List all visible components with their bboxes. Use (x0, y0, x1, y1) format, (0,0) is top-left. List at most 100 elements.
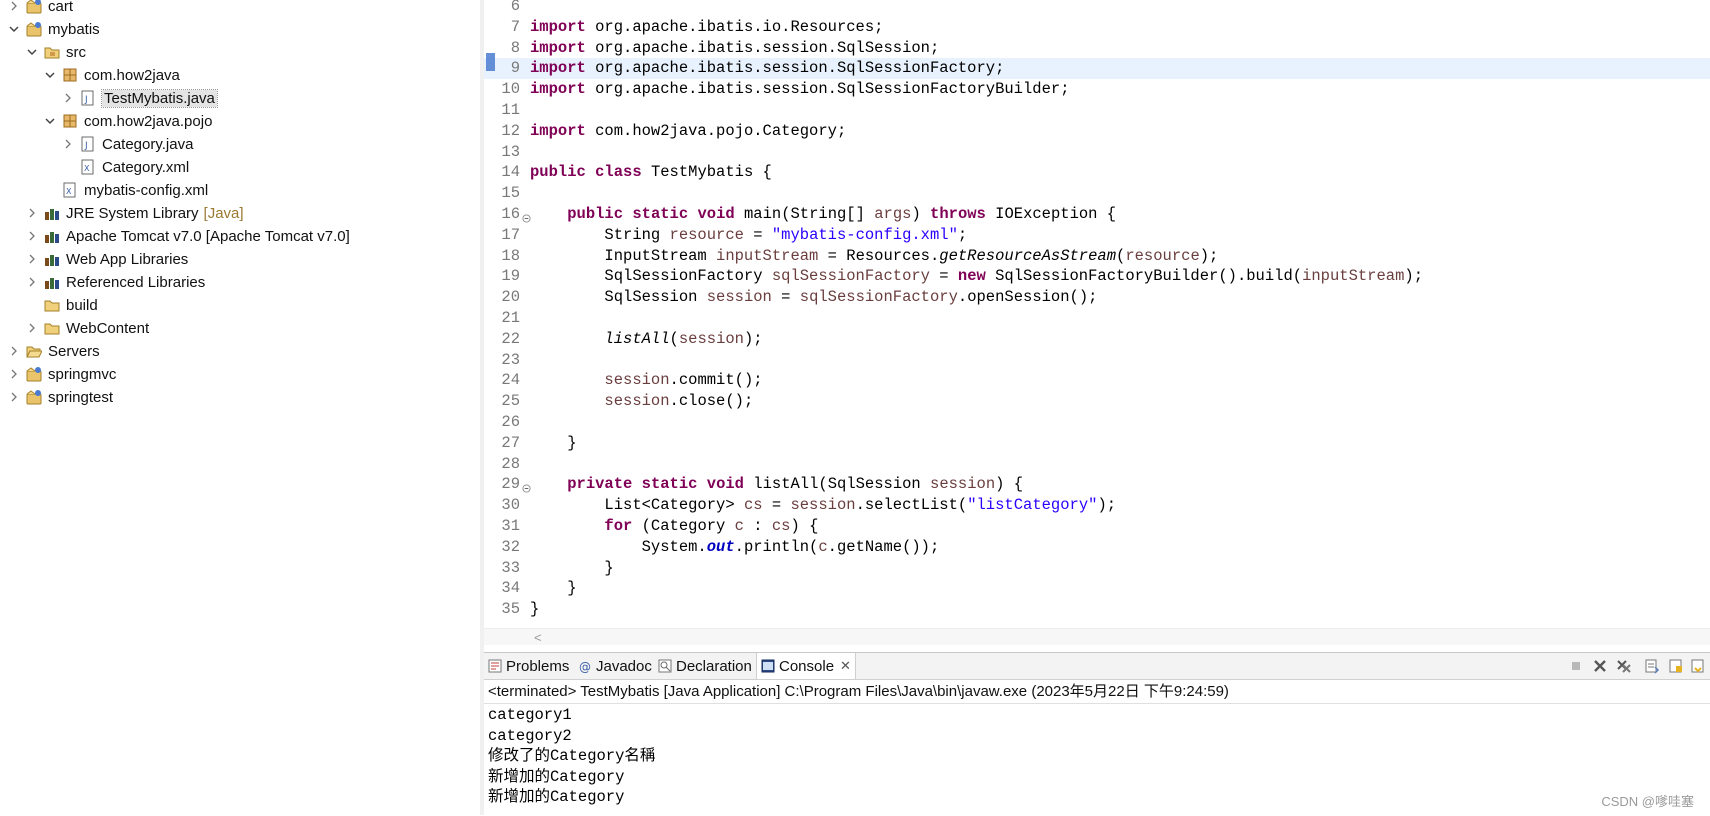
terminate-icon[interactable] (1568, 658, 1584, 674)
code-line[interactable]: 24 session.commit(); (484, 370, 1710, 391)
chevron-down-icon[interactable] (44, 69, 56, 81)
chevron-down-icon[interactable] (26, 46, 38, 58)
code-line[interactable]: 12 import com.how2java.pojo.Category; (484, 121, 1710, 142)
code-line[interactable]: 10 import org.apache.ibatis.session.SqlSe… (484, 79, 1710, 100)
tree-item[interactable]: Web App Libraries (26, 248, 188, 270)
chevron-right-icon[interactable] (26, 253, 38, 265)
tree-item[interactable]: Xmybatis-config.xml (44, 179, 208, 201)
code-line[interactable]: 28 (484, 454, 1710, 475)
tree-item[interactable]: X Category.xml (62, 156, 189, 178)
pin-console-icon[interactable] (1668, 658, 1684, 674)
chevron-right-icon[interactable] (26, 207, 38, 219)
code-line[interactable]: 25 session.close(); (484, 391, 1710, 412)
code-line[interactable]: 31 for (Category c : cs) { (484, 516, 1710, 537)
code-line[interactable]: 20 SqlSession session = sqlSessionFactor… (484, 287, 1710, 308)
code-line[interactable]: 17 String resource = "mybatis-config.xml… (484, 225, 1710, 246)
scroll-left-arrow-icon[interactable]: < (534, 630, 542, 645)
code-line[interactable]: 15 (484, 183, 1710, 204)
line-number: 6 (510, 0, 520, 15)
chevron-right-icon[interactable] (26, 322, 38, 334)
tab-javadoc[interactable]: @ Javadoc (574, 653, 656, 679)
tree-item[interactable]: com.how2java.pojo (44, 110, 212, 132)
java-editor[interactable]: 6 7 import org.apache.ibatis.io.Resources;… (484, 0, 1710, 652)
code-text: for (Category c : cs) { (530, 516, 818, 537)
chevron-down-icon[interactable] (8, 23, 20, 35)
code-line[interactable]: 18 InputStream inputStream = Resources.g… (484, 246, 1710, 267)
code-line[interactable]: 11 (484, 100, 1710, 121)
tab-label: Javadoc (596, 657, 652, 675)
code-line[interactable]: 6 (484, 0, 1710, 17)
remove-all-terminated-icon[interactable] (1616, 658, 1632, 674)
code-line[interactable]: 19 SqlSessionFactory sqlSessionFactory =… (484, 266, 1710, 287)
tree-item[interactable]: Referenced Libraries (26, 271, 205, 293)
tree-item[interactable]: Apache Tomcat v7.0 [Apache Tomcat v7.0] (26, 225, 350, 247)
close-icon[interactable]: ✕ (840, 658, 851, 674)
code-line[interactable]: 32 System.out.println(c.getName()); (484, 537, 1710, 558)
tree-item[interactable]: springtest (8, 386, 113, 408)
tree-item[interactable]: Servers (8, 340, 100, 362)
code-line[interactable]: 23 (484, 350, 1710, 371)
tree-item[interactable]: cart (8, 0, 73, 17)
code-line[interactable]: 30 List<Category> cs = session.selectLis… (484, 495, 1710, 516)
code-line[interactable]: 16 public static void main(String[] args… (484, 204, 1710, 225)
remove-launch-icon[interactable] (1592, 658, 1608, 674)
chevron-right-icon[interactable] (26, 230, 38, 242)
horizontal-scrollbar[interactable]: < (484, 628, 1710, 645)
code-line[interactable]: 27 } (484, 433, 1710, 454)
code-token: = (771, 288, 800, 307)
code-line[interactable]: 8 import org.apache.ibatis.session.SqlSes… (484, 38, 1710, 59)
tab-problems[interactable]: Problems (484, 653, 573, 679)
chevron-down-icon[interactable] (44, 115, 56, 127)
chevron-right-icon[interactable] (8, 0, 20, 12)
folder-icon (44, 320, 60, 336)
tab-console[interactable]: Console ✕ (756, 653, 856, 679)
code-line[interactable]: 13 (484, 142, 1710, 163)
chevron-right-icon[interactable] (62, 138, 74, 150)
scroll-lock-icon[interactable] (1644, 658, 1660, 674)
code-token: ) { (790, 517, 819, 535)
source-folder-icon (44, 44, 60, 60)
code-line[interactable]: 9 import org.apache.ibatis.session.SqlSes… (484, 58, 1710, 80)
display-console-icon[interactable] (1690, 658, 1706, 674)
code-line[interactable]: 14 public class TestMybatis { (484, 162, 1710, 183)
code-line[interactable]: 33 } (484, 558, 1710, 579)
chevron-right-icon[interactable] (62, 92, 74, 104)
line-number: 34 (501, 579, 520, 598)
tree-item[interactable]: com.how2java (44, 64, 180, 86)
code-line[interactable]: 22 listAll(session); (484, 329, 1710, 350)
tree-item-label: mybatis (48, 20, 100, 38)
tree-item-label: src (66, 43, 86, 61)
chevron-right-icon[interactable] (8, 391, 20, 403)
tree-item[interactable]: JRE System Library [Java] (26, 202, 244, 224)
chevron-right-icon[interactable] (26, 276, 38, 288)
tree-item[interactable]: J Category.java (62, 133, 193, 155)
package-icon (62, 67, 78, 83)
tree-item[interactable]: mybatis (8, 18, 100, 40)
tree-item[interactable]: build (26, 294, 98, 316)
line-marker[interactable] (486, 53, 495, 71)
tree-item[interactable]: src (26, 41, 86, 63)
chevron-right-icon[interactable] (8, 368, 20, 380)
code-text: } (530, 578, 577, 599)
code-line[interactable]: 29 private static void listAll(SqlSessio… (484, 474, 1710, 495)
line-number: 18 (501, 246, 520, 265)
code-line[interactable]: 26 (484, 412, 1710, 433)
bottom-panel: Problems @ Javadoc Declaration Console ✕ <ter… (484, 652, 1710, 816)
code-line[interactable]: 21 (484, 308, 1710, 329)
chevron-right-icon[interactable] (8, 345, 20, 357)
code-token: IOException { (985, 205, 1117, 223)
tree-item[interactable]: J TestMybatis.java (62, 87, 218, 109)
code-line[interactable]: 7 import org.apache.ibatis.io.Resources; (484, 17, 1710, 38)
tree-item[interactable]: springmvc (8, 363, 116, 385)
code-token: } (530, 579, 577, 598)
tab-declaration[interactable]: Declaration (654, 653, 756, 679)
code-token: = Resources. (818, 246, 940, 265)
code-line[interactable]: 35} (484, 599, 1710, 620)
code-line[interactable]: 34 } (484, 578, 1710, 599)
code-token: = (929, 267, 958, 286)
tree-item[interactable]: WebContent (26, 317, 149, 339)
